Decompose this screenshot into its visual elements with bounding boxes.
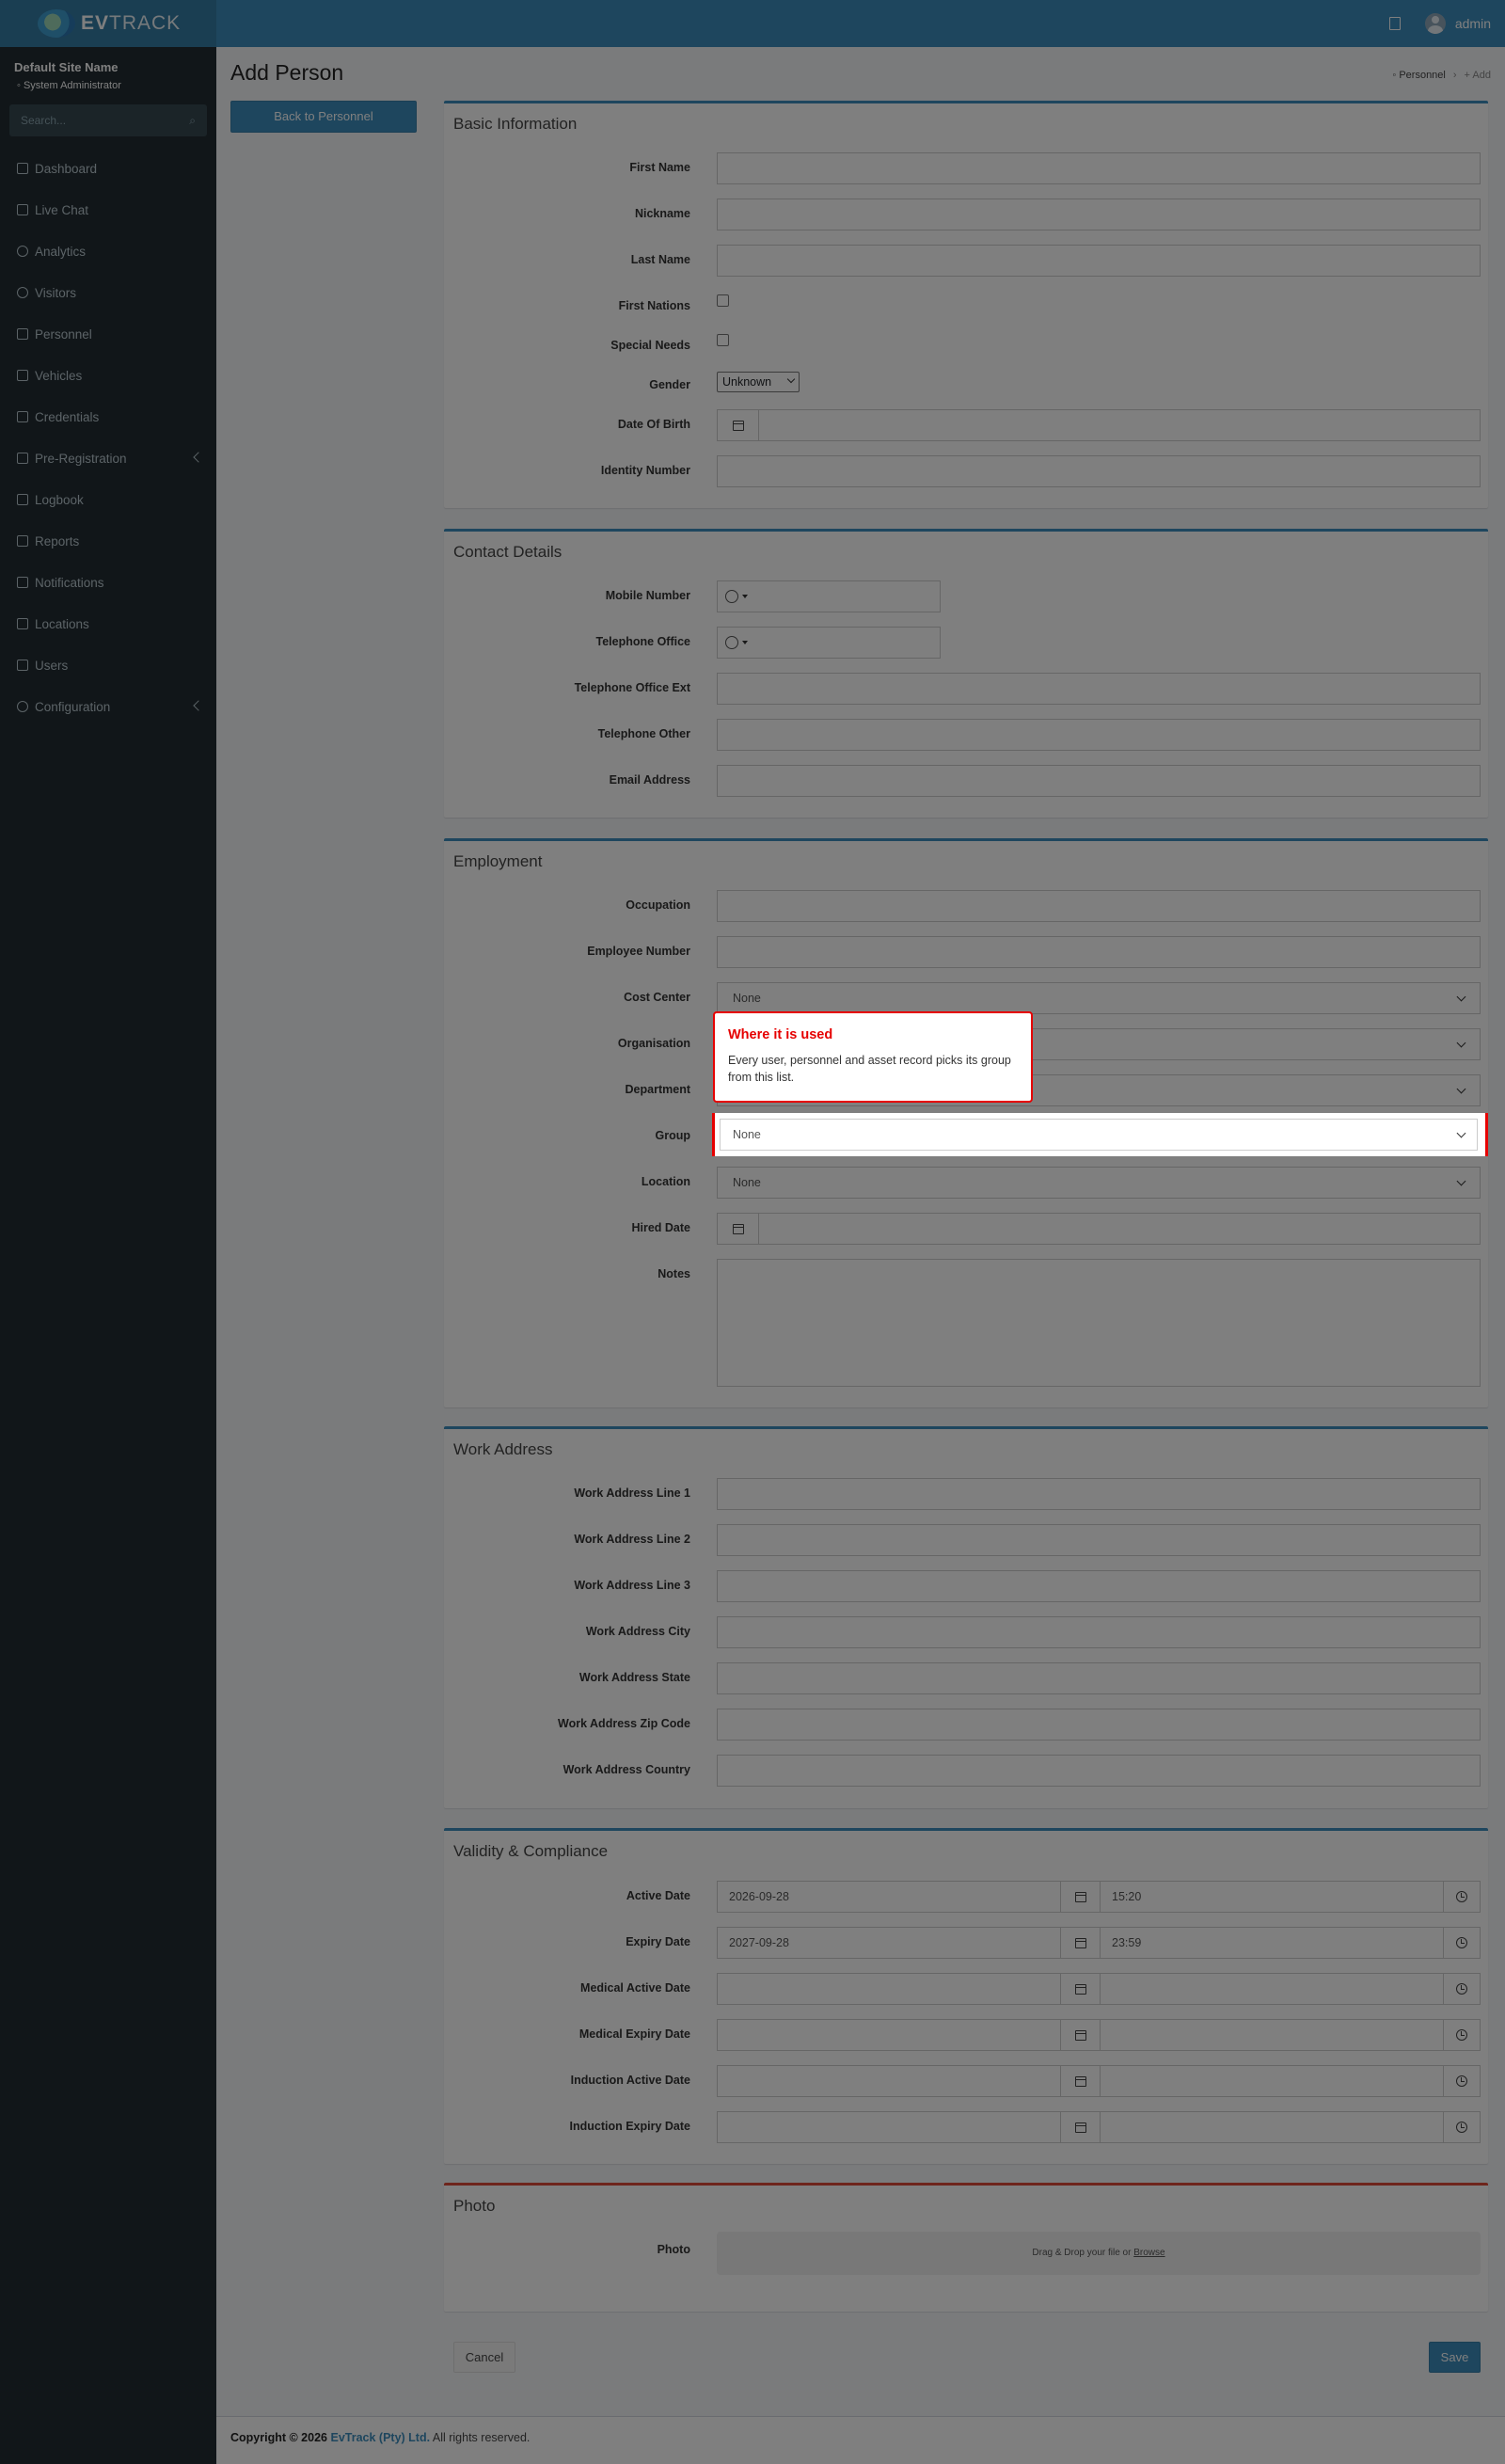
tooltip-body: Every user, personnel and asset record p…	[728, 1054, 1011, 1084]
chevron-down-icon	[1456, 1128, 1466, 1138]
tour-tooltip: Where it is used Every user, personnel a…	[713, 1011, 1033, 1103]
group-field-highlight: None	[712, 1113, 1488, 1156]
tour-overlay	[0, 0, 1505, 2464]
tooltip-title: Where it is used	[728, 1027, 833, 1042]
group-select[interactable]: None	[720, 1119, 1478, 1151]
